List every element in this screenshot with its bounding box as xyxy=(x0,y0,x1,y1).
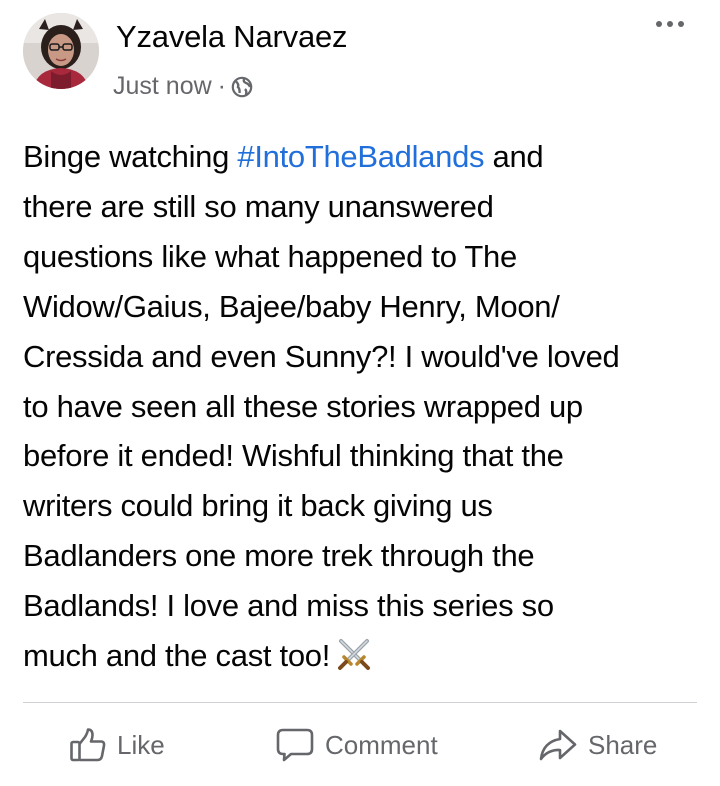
like-label: Like xyxy=(117,729,165,760)
more-dot xyxy=(667,21,673,27)
post-text-line: Binge watching #IntoTheBadlands and xyxy=(23,132,698,182)
post-text-line-last: much and the cast too! xyxy=(23,631,698,681)
post-text-line: before it ended! Wishful thinking that t… xyxy=(23,438,564,474)
share-arrow-icon xyxy=(538,727,578,763)
post-text-line: Badlanders one more trek through the xyxy=(23,538,535,574)
post-timestamp[interactable]: Just now xyxy=(113,72,212,101)
avatar[interactable] xyxy=(23,13,99,89)
post-text-line: there are still so many unanswered xyxy=(23,188,494,224)
comment-label: Comment xyxy=(325,729,438,760)
more-dot xyxy=(656,21,662,27)
post-text-line: Badlands! I love and miss this series so xyxy=(23,588,554,624)
like-button[interactable]: Like xyxy=(69,718,165,772)
post-card: Yzavela Narvaez Just now · Binge watchin… xyxy=(0,0,720,786)
avatar-image xyxy=(23,13,99,89)
post-text: Binge watching #IntoTheBadlands and ther… xyxy=(23,132,698,681)
author-name[interactable]: Yzavela Narvaez xyxy=(116,19,348,55)
meta-separator: · xyxy=(217,72,226,100)
post-text-line: writers could bring it back giving us xyxy=(23,488,493,524)
crossed-swords-emoji xyxy=(336,636,372,672)
text-segment: Binge watching xyxy=(23,139,238,174)
share-button[interactable]: Share xyxy=(538,718,657,772)
comment-button[interactable]: Comment xyxy=(275,718,438,772)
hashtag-link[interactable]: #IntoTheBadlands xyxy=(237,139,484,174)
globe-icon[interactable] xyxy=(231,76,253,98)
post-text-line: Widow/Gaius, Bajee/baby Henry, Moon/ xyxy=(23,288,560,324)
post-meta: Just now · xyxy=(113,72,253,101)
post-text-line: to have seen all these stories wrapped u… xyxy=(23,388,583,424)
post-text-line: Cressida and even Sunny?! I would've lov… xyxy=(23,338,620,374)
share-label: Share xyxy=(588,729,658,760)
more-options-icon[interactable] xyxy=(650,10,690,38)
comment-bubble-icon xyxy=(275,727,315,763)
post-text-line: questions like what happened to The xyxy=(23,238,517,274)
more-dot xyxy=(678,21,684,27)
thumbs-up-icon xyxy=(69,727,107,763)
text-segment: much and the cast too! xyxy=(23,638,331,674)
actions-divider xyxy=(23,702,697,703)
post-actions-bar: Like Comment Share xyxy=(0,718,720,772)
text-segment: and xyxy=(484,139,544,174)
